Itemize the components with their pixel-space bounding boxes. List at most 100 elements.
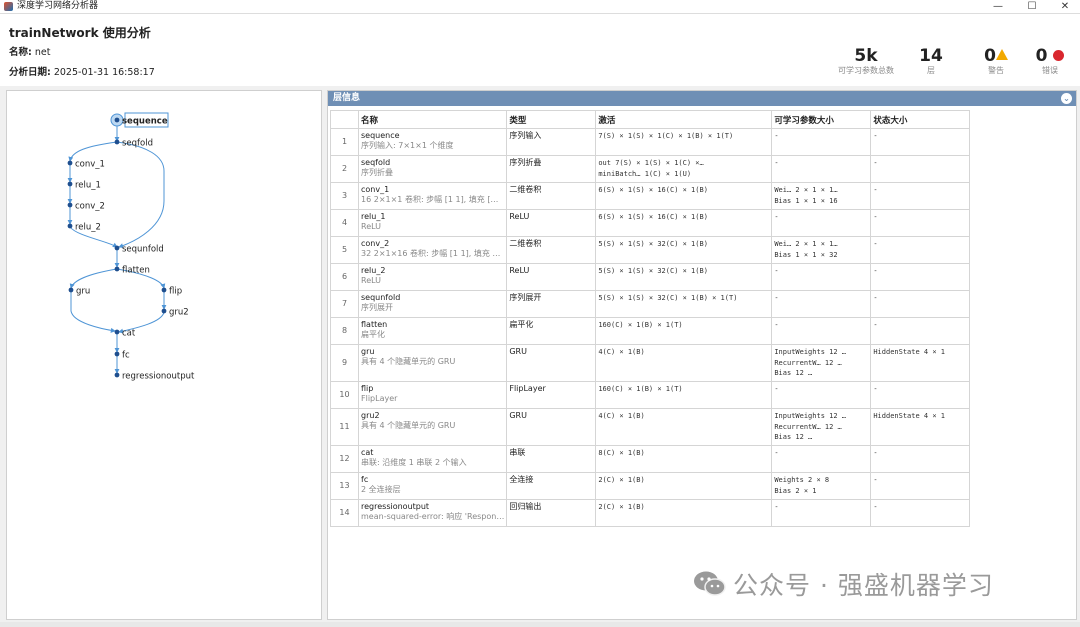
cell-learnables: - (771, 290, 872, 318)
activation-line: 4(C) × 1(B) (598, 348, 645, 356)
cell-index: 11 (330, 408, 359, 446)
collapse-icon[interactable]: ⌄ (1061, 93, 1072, 104)
state-line: - (873, 321, 878, 329)
network-graph[interactable]: sequence seqfold conv_1 relu_1 conv_2 relu_2s… (7, 91, 321, 619)
graph-node-label[interactable]: relu_1 (75, 181, 101, 191)
graph-node-label[interactable]: conv_1 (75, 160, 105, 170)
network-name: 名称: net (9, 44, 50, 58)
row-index: 3 (341, 191, 348, 200)
graph-node-seqfold[interactable] (114, 139, 120, 145)
graph-node-sequence[interactable] (114, 117, 120, 123)
graph-node-label[interactable]: conv_2 (75, 202, 105, 212)
col-index (330, 110, 359, 129)
graph-node-conv_2[interactable] (67, 202, 73, 208)
graph-node-sequnfold[interactable] (114, 245, 120, 251)
graph-node-label[interactable]: flip (169, 287, 182, 297)
cell-type: FlipLayer (506, 381, 597, 409)
table-row[interactable]: 7 sequnfold 序列展开 序列展开 5(S) × 1(S) × 32(C) × … (330, 290, 971, 318)
stat-warnings[interactable]: 0 警告 (974, 46, 1018, 76)
cell-states: - (870, 263, 971, 291)
activation-line: 2(C) × 1(B) (598, 476, 645, 484)
learnable-line: Weights 2 × 8 (774, 476, 830, 484)
graph-node-fc[interactable] (114, 351, 120, 357)
layer-description: ReLU (361, 276, 382, 285)
table-row[interactable]: 12 cat 串联: 沿维度 1 串联 2 个输入 串联 8(C) × 1(B) - - (330, 445, 971, 473)
graph-node-flip[interactable] (161, 287, 167, 293)
graph-node-label[interactable]: relu_2 (75, 223, 101, 233)
table-row[interactable]: 2 seqfold 序列折叠 序列折叠 out 7(S) × 1(S) × 1(C) ×… (330, 155, 971, 183)
col-name[interactable]: 名称 (357, 110, 508, 129)
learnable-line: - (774, 132, 779, 140)
table-row[interactable]: 8 flatten 扁平化 扁平化 160(C) × 1(B) × 1(T) - - (330, 317, 971, 345)
col-type[interactable]: 类型 (506, 110, 597, 129)
stat-errors[interactable]: 0 错误 (1028, 46, 1072, 76)
cell-name: gru2 具有 4 个隐藏单元的 GRU (357, 408, 508, 446)
col-states[interactable]: 状态大小 (870, 110, 971, 129)
stat-layers-label: 层 (927, 66, 935, 75)
cell-name: fc 2 全连接层 (357, 472, 508, 500)
learnable-line: RecurrentW… 12 … (774, 422, 842, 431)
cell-type: GRU (506, 408, 597, 446)
table-row[interactable]: 9 gru 具有 4 个隐藏单元的 GRU GRU 4(C) × 1(B) InputWe… (330, 344, 971, 382)
layer-type: 二维卷积 (509, 185, 542, 194)
cell-type: 二维卷积 (506, 182, 597, 210)
table-row[interactable]: 3 conv_1 16 2×1×1 卷积: 步幅 [1 1], 填充 [… 二维卷积 6… (330, 182, 971, 210)
layer-name: fc (361, 475, 369, 484)
table-row[interactable]: 6 relu_2 ReLU ReLU 5(S) × 1(S) × 32(C) × 1(B… (330, 263, 971, 291)
table-row[interactable]: 5 conv_2 32 2×1×16 卷积: 步幅 [1 1], 填充 … 二维卷积 5… (330, 236, 971, 264)
graph-node-cat[interactable] (114, 329, 120, 335)
table-row[interactable]: 1 sequence 序列输入: 7×1×1 个维度 序列输入 7(S) × 1(S) … (330, 128, 971, 156)
maximize-button[interactable]: ☐ (1017, 0, 1047, 13)
table-row[interactable]: 4 relu_1 ReLU ReLU 6(S) × 1(S) × 16(C) × 1(B… (330, 209, 971, 237)
graph-node-relu_1[interactable] (67, 181, 73, 187)
layer-type: 二维卷积 (509, 239, 542, 248)
cell-type: 串联 (506, 445, 597, 473)
table-row[interactable]: 10 flip FlipLayer FlipLayer 160(C) × 1(B) × … (330, 381, 971, 409)
cell-type: ReLU (506, 209, 597, 237)
analysis-header: trainNetwork 使用分析 名称: net 分析日期: 2025-01-… (0, 14, 1080, 86)
graph-node-label[interactable]: sequence (122, 117, 168, 127)
graph-node-label[interactable]: cat (122, 329, 136, 339)
cell-name: regressionoutput mean-squared-error: 响应 '… (357, 499, 508, 527)
cell-index: 13 (330, 472, 359, 500)
graph-node-conv_1[interactable] (67, 160, 73, 166)
network-graph-panel[interactable]: sequence seqfold conv_1 relu_1 conv_2 relu_2s… (6, 90, 322, 620)
table-row[interactable]: 11 gru2 具有 4 个隐藏单元的 GRU GRU 4(C) × 1(B) Input… (330, 408, 971, 446)
graph-node-relu_2[interactable] (67, 223, 73, 229)
cell-activation: out 7(S) × 1(S) × 1(C) ×… miniBatch… 1(C)… (595, 155, 773, 183)
cell-learnables: - (771, 317, 872, 345)
graph-node-gru[interactable] (68, 287, 74, 293)
cell-learnables: Wei… 2 × 1 × 1… Bias 1 × 1 × 16 (771, 182, 872, 210)
table-row[interactable]: 13 fc 2 全连接层 全连接 2(C) × 1(B) Weights 2 × 8 Bia… (330, 472, 971, 500)
layer-type: 序列输入 (509, 131, 542, 140)
graph-node-regressionoutput[interactable] (114, 372, 120, 378)
graph-node-label[interactable]: gru (76, 287, 90, 297)
col-learnables[interactable]: 可学习参数大小 (771, 110, 872, 129)
state-line: - (873, 132, 878, 140)
cell-activation: 5(S) × 1(S) × 32(C) × 1(B) (595, 236, 773, 264)
state-line: - (873, 213, 878, 221)
close-button[interactable]: ✕ (1050, 0, 1080, 13)
learnable-line: Bias 2 × 1 (774, 486, 817, 495)
cell-activation: 4(C) × 1(B) (595, 408, 773, 446)
graph-node-flatten[interactable] (114, 266, 120, 272)
cell-activation: 2(C) × 1(B) (595, 472, 773, 500)
layer-description: mean-squared-error: 响应 'Respon… (361, 512, 505, 521)
layer-info-header: 层信息 ⌄ (328, 91, 1076, 106)
table-row[interactable]: 14 regressionoutput mean-squared-error: 响应… (330, 499, 971, 527)
window-title: 深度学习网络分析器 (17, 1, 99, 11)
graph-node-label[interactable]: regressionoutput (122, 372, 195, 382)
graph-node-label[interactable]: seqfold (122, 139, 153, 149)
stat-errors-value: 0 (1035, 46, 1048, 66)
minimize-button[interactable]: — (983, 0, 1013, 13)
graph-node-label[interactable]: gru2 (169, 308, 189, 318)
cell-index: 10 (330, 381, 359, 409)
learnable-line: - (774, 267, 779, 275)
graph-node-gru2[interactable] (161, 308, 167, 314)
graph-node-label[interactable]: flatten (122, 266, 150, 276)
state-line: - (873, 503, 878, 511)
graph-node-label[interactable]: sequnfold (122, 245, 164, 255)
col-activation[interactable]: 激活 (595, 110, 773, 129)
cell-type: 序列展开 (506, 290, 597, 318)
graph-node-label[interactable]: fc (122, 351, 130, 361)
